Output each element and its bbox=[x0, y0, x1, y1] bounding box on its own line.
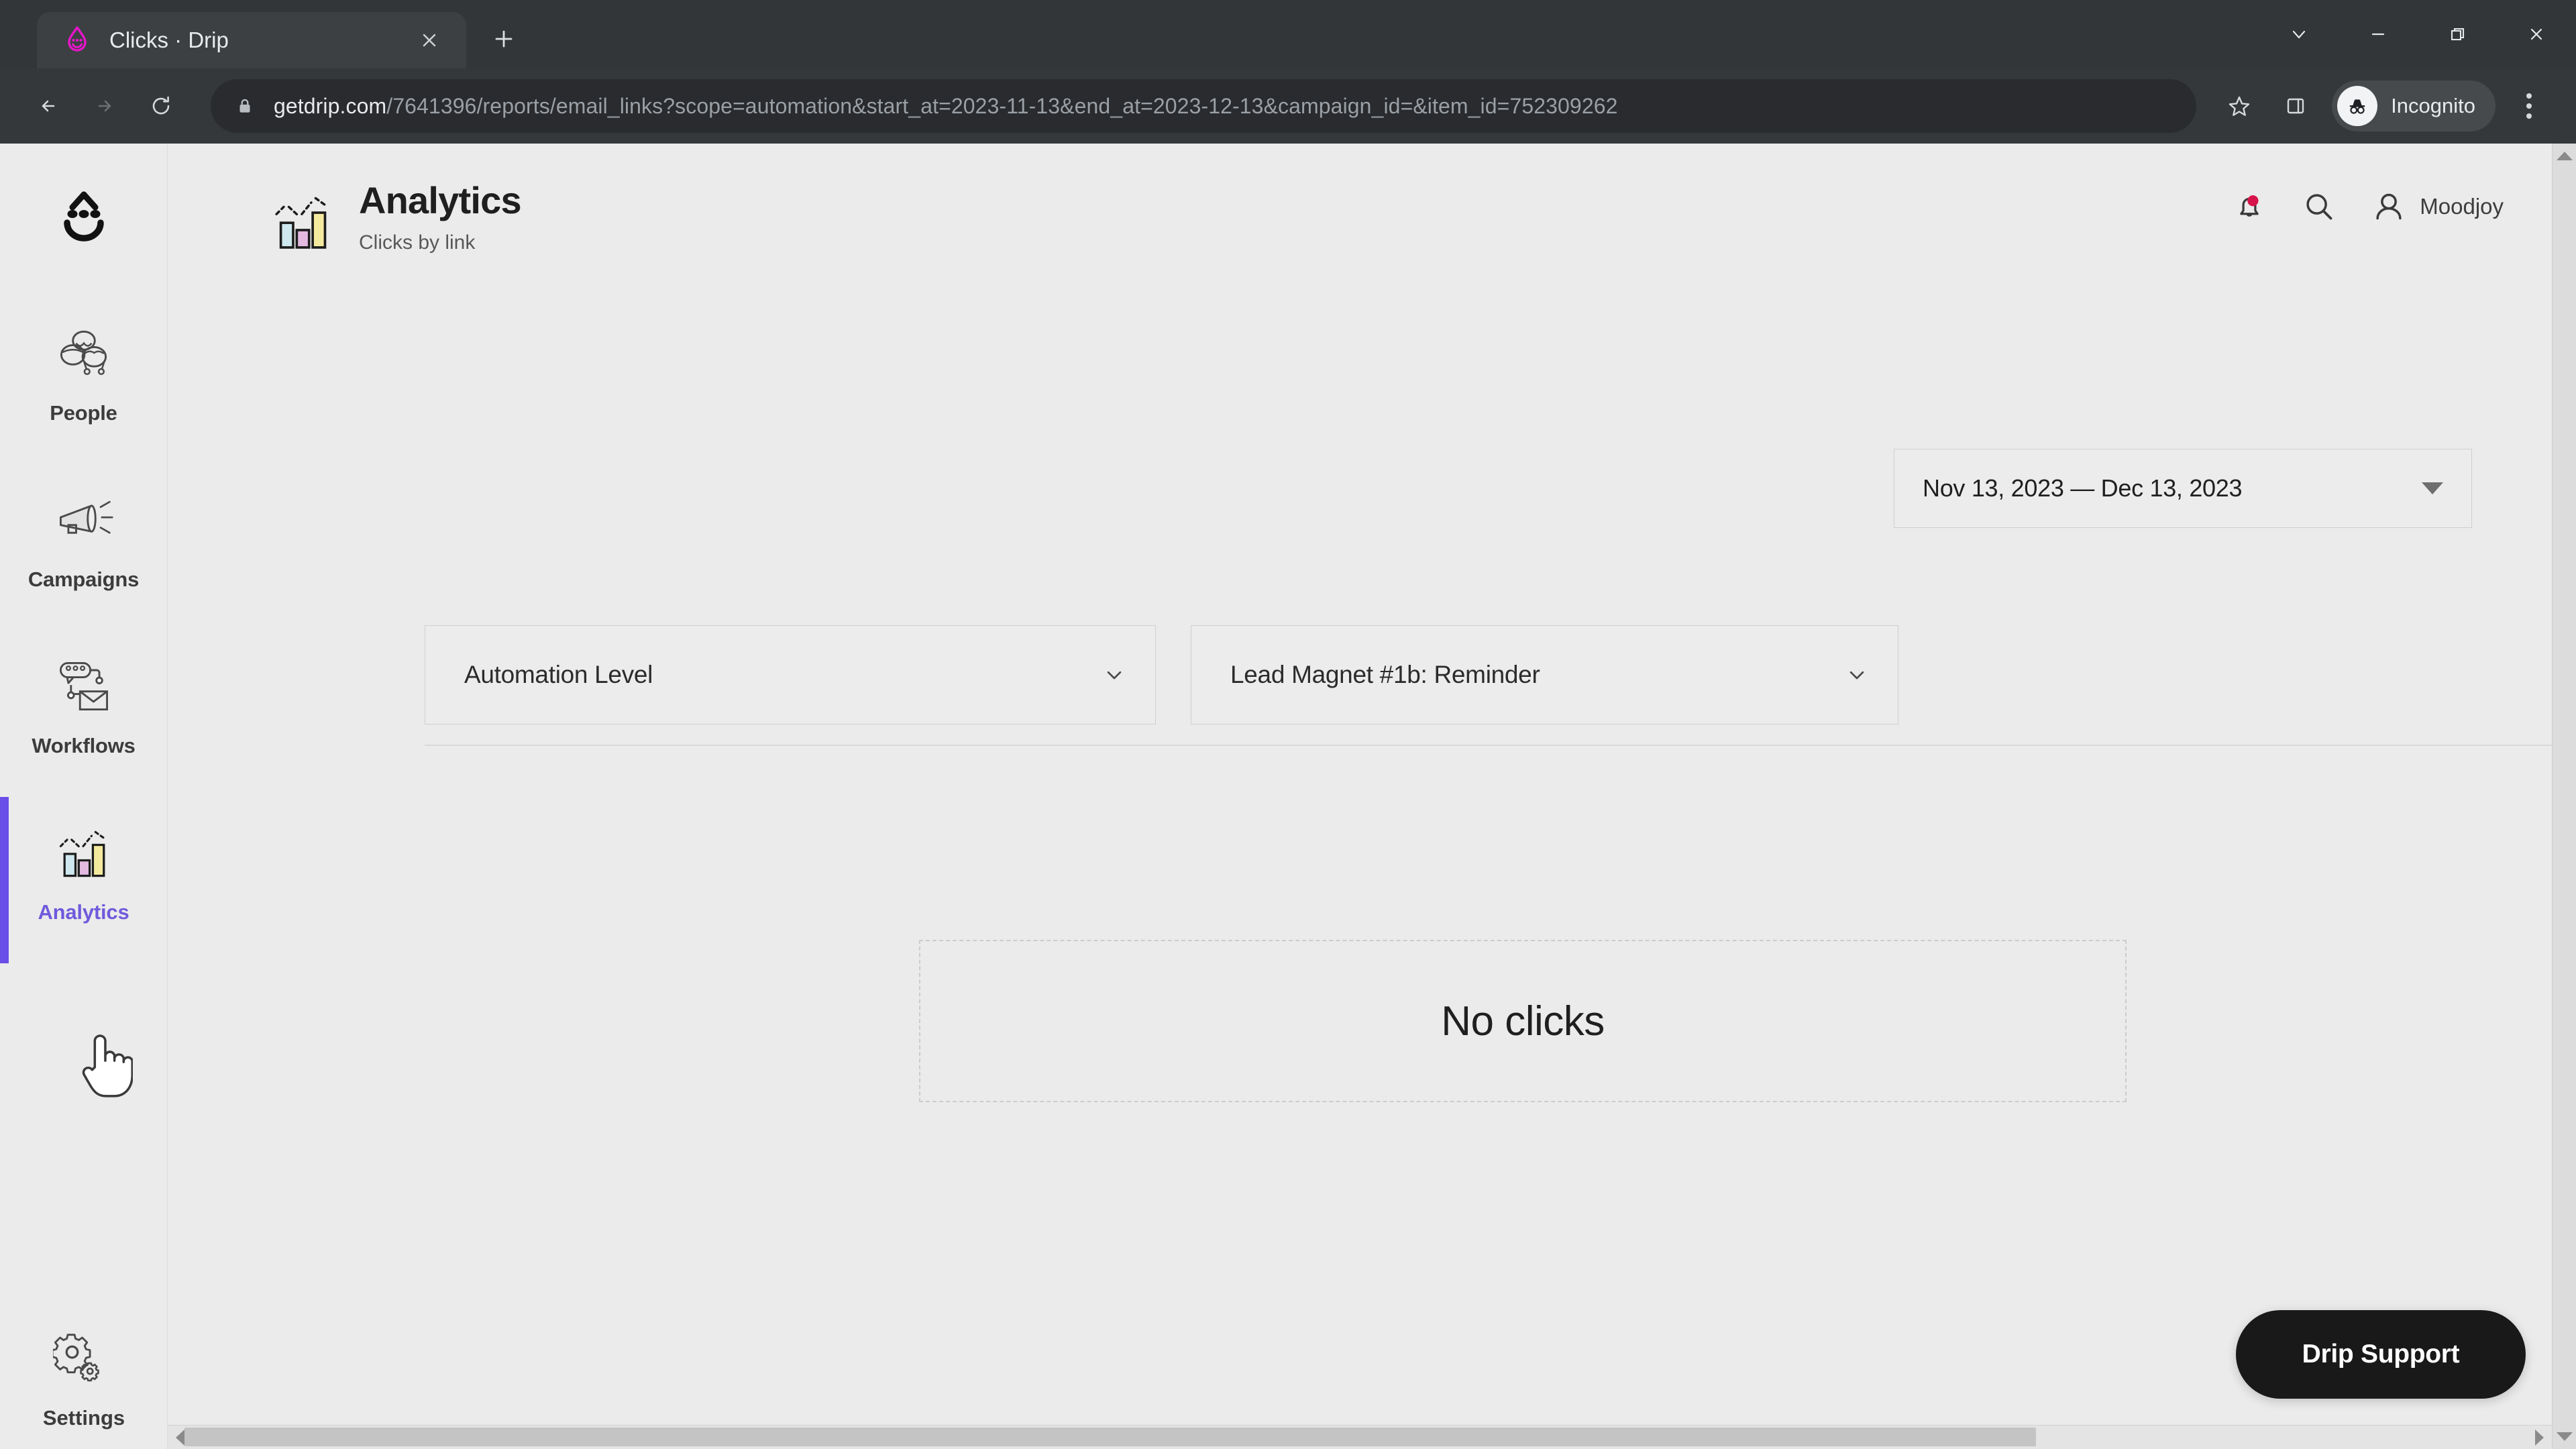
app-sidebar: People Campaigns Workflows Analytics Set… bbox=[0, 144, 168, 1449]
restore-icon[interactable] bbox=[2418, 0, 2497, 68]
browser-window: Clicks · Drip getdrip.com/7641396/report… bbox=[0, 0, 2576, 1449]
side-panel-icon[interactable] bbox=[2267, 78, 2324, 134]
drip-support-button[interactable]: Drip Support bbox=[2236, 1310, 2526, 1399]
back-arrow-icon[interactable] bbox=[20, 78, 76, 134]
sidebar-item-label: People bbox=[50, 401, 117, 425]
incognito-label: Incognito bbox=[2391, 94, 2475, 117]
lead-magnet-value: Lead Magnet #1b: Reminder bbox=[1230, 661, 1540, 688]
chevron-down-icon bbox=[1844, 662, 1870, 688]
sidebar-item-campaigns[interactable]: Campaigns bbox=[0, 464, 167, 631]
person-icon bbox=[2367, 185, 2410, 228]
sidebar-item-analytics[interactable]: Analytics bbox=[0, 797, 167, 963]
header-actions: Moodjoy bbox=[2228, 185, 2504, 228]
drip-smiley-logo-icon[interactable] bbox=[34, 169, 134, 263]
automation-level-select[interactable]: Automation Level bbox=[425, 625, 1156, 724]
workflow-icon bbox=[44, 647, 123, 726]
hscroll-track[interactable] bbox=[184, 1426, 2535, 1449]
sidebar-item-label: Settings bbox=[42, 1406, 125, 1430]
window-controls bbox=[2259, 0, 2576, 68]
drip-support-label: Drip Support bbox=[2302, 1340, 2460, 1368]
star-icon[interactable] bbox=[2211, 78, 2267, 134]
sidebar-item-settings[interactable]: Settings bbox=[0, 1327, 168, 1430]
sidebar-item-workflows[interactable]: Workflows bbox=[0, 631, 167, 797]
scroll-down-arrow-icon[interactable] bbox=[2556, 1432, 2573, 1441]
url-host: getdrip.com bbox=[274, 93, 387, 118]
filter-row: Automation Level Lead Magnet #1b: Remind… bbox=[425, 625, 1898, 724]
hscroll-thumb[interactable] bbox=[184, 1427, 2036, 1446]
scroll-up-arrow-icon[interactable] bbox=[2556, 152, 2573, 160]
date-range-value: Nov 13, 2023 — Dec 13, 2023 bbox=[1923, 474, 2243, 502]
browser-tab[interactable]: Clicks · Drip bbox=[37, 12, 466, 68]
three-dot-menu-icon[interactable] bbox=[2502, 78, 2556, 134]
chevron-down-icon bbox=[1102, 662, 1127, 688]
incognito-icon bbox=[2337, 86, 2378, 126]
page-title: Analytics bbox=[359, 179, 522, 221]
incognito-badge[interactable]: Incognito bbox=[2332, 80, 2496, 131]
bar-chart-icon bbox=[265, 185, 340, 258]
page-subtitle: Clicks by link bbox=[359, 231, 476, 254]
minimize-icon[interactable] bbox=[2339, 0, 2418, 68]
tab-close-icon[interactable] bbox=[411, 22, 447, 58]
drip-logo-icon bbox=[62, 25, 92, 55]
people-icon bbox=[44, 314, 123, 393]
forward-arrow-icon[interactable] bbox=[76, 78, 133, 134]
address-bar[interactable]: getdrip.com/7641396/reports/email_links?… bbox=[211, 79, 2197, 133]
bell-icon[interactable] bbox=[2228, 185, 2271, 228]
tab-search-chevron-down-icon[interactable] bbox=[2259, 0, 2339, 68]
horizontal-scrollbar[interactable] bbox=[168, 1425, 2552, 1449]
menu-dot bbox=[2526, 103, 2532, 109]
sidebar-item-label: Workflows bbox=[32, 734, 136, 757]
menu-dot bbox=[2526, 113, 2532, 119]
caret-down-icon bbox=[2422, 482, 2443, 494]
gear-icon bbox=[47, 1327, 121, 1401]
lock-icon bbox=[235, 96, 255, 116]
sidebar-item-label: Analytics bbox=[38, 900, 129, 924]
url-path: /7641396/reports/email_links?scope=autom… bbox=[386, 93, 1618, 118]
browser-toolbar: getdrip.com/7641396/reports/email_links?… bbox=[0, 68, 2576, 144]
date-range-picker[interactable]: Nov 13, 2023 — Dec 13, 2023 bbox=[1894, 449, 2472, 528]
page-viewport: People Campaigns Workflows Analytics Set… bbox=[0, 144, 2576, 1449]
sidebar-item-people[interactable]: People bbox=[0, 298, 167, 464]
username-label: Moodjoy bbox=[2420, 194, 2504, 219]
megaphone-icon bbox=[44, 480, 123, 559]
reload-icon[interactable] bbox=[133, 78, 189, 134]
bar-chart-icon bbox=[44, 813, 123, 892]
sidebar-nav: People Campaigns Workflows Analytics bbox=[0, 298, 167, 963]
user-menu[interactable]: Moodjoy bbox=[2367, 185, 2504, 228]
sidebar-item-label: Campaigns bbox=[28, 568, 140, 591]
tab-title: Clicks · Drip bbox=[109, 28, 229, 52]
automation-level-value: Automation Level bbox=[464, 661, 653, 688]
scroll-right-arrow-icon[interactable] bbox=[2535, 1429, 2544, 1446]
vertical-scrollbar[interactable] bbox=[2552, 144, 2576, 1449]
main-content: Analytics Clicks by link Moodjoy Nov 13,… bbox=[168, 144, 2576, 1449]
section-divider bbox=[425, 745, 2576, 746]
close-icon[interactable] bbox=[2497, 0, 2576, 68]
lead-magnet-select[interactable]: Lead Magnet #1b: Reminder bbox=[1191, 625, 1898, 724]
browser-titlebar: Clicks · Drip bbox=[0, 0, 2576, 68]
empty-state-text: No clicks bbox=[1441, 998, 1605, 1044]
search-icon[interactable] bbox=[2298, 185, 2341, 228]
menu-dot bbox=[2526, 93, 2532, 99]
new-tab-button[interactable] bbox=[480, 15, 528, 63]
page-header: Analytics Clicks by link bbox=[168, 144, 2576, 258]
page-header-text: Analytics Clicks by link bbox=[359, 179, 522, 254]
empty-state-panel: No clicks bbox=[919, 940, 2127, 1102]
scroll-left-arrow-icon[interactable] bbox=[176, 1429, 184, 1446]
url-text: getdrip.com/7641396/reports/email_links?… bbox=[274, 94, 2176, 119]
